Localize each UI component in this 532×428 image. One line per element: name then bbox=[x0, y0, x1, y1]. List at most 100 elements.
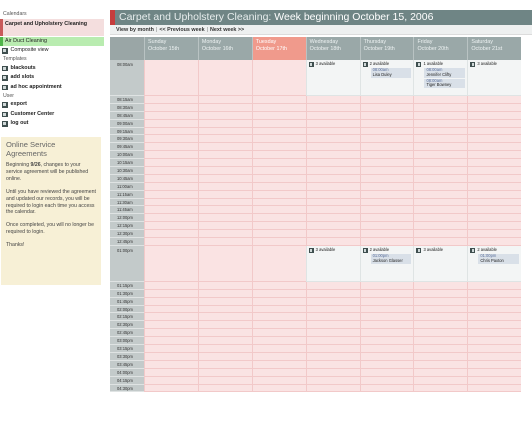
blocked-slot-cell bbox=[413, 206, 468, 215]
blocked-slot-cell bbox=[251, 230, 306, 239]
sidebar-item-air-duct[interactable]: Air Duct Cleaning bbox=[0, 37, 104, 46]
time-row: 01:30pm bbox=[110, 289, 532, 298]
blocked-slot-cell bbox=[144, 345, 198, 353]
day-header-sunday[interactable]: Sunday October 15th bbox=[144, 37, 198, 60]
booking-entry[interactable]: 08:00am Tiger Bowney bbox=[424, 78, 466, 89]
booking-customer: Chris Paxton bbox=[480, 257, 504, 263]
blocked-slot-cell bbox=[305, 143, 360, 152]
time-label: 08:00am bbox=[110, 60, 144, 96]
available-slot-cell[interactable]: 3 available bbox=[413, 245, 468, 282]
notice-paragraph: Once completed, you will no longer be re… bbox=[6, 222, 94, 236]
time-label: 01:30pm bbox=[110, 289, 144, 298]
booking-entry[interactable]: 08:00am Lisa Duley bbox=[370, 67, 412, 78]
blocked-slot-cell bbox=[251, 297, 306, 306]
blocked-slot-cell bbox=[413, 143, 468, 152]
blocked-slot-cell bbox=[413, 190, 468, 199]
sidebar-item-carpet-upholstery[interactable]: Carpet and Upholstery Cleaning bbox=[0, 19, 104, 36]
blocked-slot-cell bbox=[144, 222, 198, 231]
availability-label: 3 available bbox=[308, 61, 358, 67]
day-date: October 19th bbox=[363, 45, 395, 52]
time-label: 09:45am bbox=[110, 143, 144, 152]
blocked-slot-cell bbox=[251, 159, 306, 168]
blocked-slot-cell bbox=[359, 352, 414, 361]
blocked-slot-cell bbox=[359, 360, 414, 369]
book-slot-icon[interactable] bbox=[308, 247, 314, 253]
sidebar-item-customer-center[interactable]: Customer Center bbox=[0, 110, 104, 119]
booking-entry[interactable]: 01:00pm Jackson Glasser bbox=[370, 253, 412, 264]
available-slot-cell[interactable]: 3 available bbox=[305, 60, 360, 96]
time-row: 04:15pm bbox=[110, 376, 532, 385]
sidebar-item-export[interactable]: export bbox=[0, 101, 104, 110]
booking-entry[interactable]: 01:00pm Chris Paxton bbox=[478, 253, 520, 264]
time-row: 12:45pm bbox=[110, 238, 532, 246]
blocked-slot-cell bbox=[305, 222, 360, 231]
blocked-slot-cell bbox=[467, 182, 522, 191]
day-header-monday[interactable]: Monday October 16th bbox=[197, 37, 252, 60]
book-slot-icon[interactable] bbox=[416, 62, 422, 67]
calendar-icon bbox=[2, 48, 8, 54]
sidebar-item-blackouts[interactable]: blackouts bbox=[0, 64, 104, 73]
blocked-slot-cell bbox=[467, 360, 522, 369]
blocked-slot-cell bbox=[144, 190, 198, 199]
book-slot-icon[interactable] bbox=[416, 247, 422, 253]
blocked-slot-cell bbox=[359, 119, 414, 128]
sidebar-item-label: ad hoc appointment bbox=[10, 83, 62, 90]
time-row: 08:15am bbox=[110, 96, 532, 104]
blocked-slot-cell bbox=[251, 289, 306, 298]
available-slot-cell[interactable]: 3 available bbox=[305, 245, 360, 282]
available-slot-cell[interactable]: 3 available bbox=[467, 60, 522, 96]
booking-customer: Tiger Bowney bbox=[426, 82, 452, 88]
blocked-slot-cell bbox=[467, 214, 522, 223]
blocked-slot-cell bbox=[305, 384, 360, 393]
book-slot-icon[interactable] bbox=[470, 62, 476, 67]
blocked-slot-cell bbox=[413, 313, 468, 322]
time-label: 09:30am bbox=[110, 135, 144, 144]
time-row: 09:00am bbox=[110, 119, 532, 128]
booking-entry[interactable]: 08:00am Jennifer Clifty bbox=[424, 67, 466, 78]
time-row: 12:00pm bbox=[110, 214, 532, 223]
blocked-slot-cell bbox=[197, 321, 252, 330]
time-row: 08:00am 3 available 2 available 08:00am Lisa… bbox=[110, 60, 532, 96]
day-header-tuesday[interactable]: Tuesday October 17th bbox=[251, 37, 306, 60]
blocked-slot-cell bbox=[359, 313, 414, 322]
available-slot-cell[interactable]: 1 available 08:00am Jennifer Clifty 08:00am… bbox=[413, 60, 468, 96]
sidebar-item-label: Composite view bbox=[10, 47, 49, 54]
view-by-month-link[interactable]: View by month bbox=[116, 27, 154, 33]
blocked-slot-cell bbox=[359, 281, 414, 290]
blocked-slot-cell bbox=[359, 321, 414, 330]
book-slot-icon[interactable] bbox=[362, 247, 368, 253]
blocked-slot-cell bbox=[359, 159, 414, 168]
sidebar-item-add-slots[interactable]: add slots bbox=[0, 74, 104, 83]
book-slot-icon[interactable] bbox=[308, 62, 314, 67]
book-slot-icon[interactable] bbox=[470, 247, 476, 253]
blocked-slot-cell bbox=[305, 127, 360, 136]
day-header-wednesday[interactable]: Wednesday October 18th bbox=[305, 37, 360, 60]
time-label: 09:15am bbox=[110, 127, 144, 136]
blocked-slot-cell bbox=[413, 167, 468, 175]
available-slot-cell[interactable]: 2 available 01:00pm Chris Paxton bbox=[467, 245, 522, 282]
blocked-slot-cell bbox=[413, 352, 468, 361]
available-slot-cell[interactable]: 2 available 08:00am Lisa Duley bbox=[359, 60, 414, 96]
blocked-slot-cell bbox=[305, 206, 360, 215]
next-week-link[interactable]: Next week >> bbox=[210, 27, 244, 33]
available-count: 3 available bbox=[315, 247, 336, 253]
available-slot-cell[interactable]: 2 available 01:00pm Jackson Glasser bbox=[359, 245, 414, 282]
blocked-slot-cell bbox=[251, 198, 306, 207]
book-slot-icon[interactable] bbox=[362, 62, 368, 67]
sidebar-item-composite-view[interactable]: Composite view bbox=[0, 47, 104, 56]
blocked-slot-cell bbox=[251, 281, 306, 290]
blocked-slot-cell bbox=[197, 305, 252, 314]
day-date: October 20th bbox=[417, 45, 449, 52]
time-label: 09:00am bbox=[110, 119, 144, 128]
blocked-slot-cell bbox=[359, 345, 414, 353]
sidebar-item-ad-hoc-appointment[interactable]: ad hoc appointment bbox=[0, 83, 104, 92]
day-header-friday[interactable]: Friday October 20th bbox=[413, 37, 468, 60]
blocked-slot-cell bbox=[251, 329, 306, 338]
day-header-saturday[interactable]: Saturday October 21st bbox=[467, 37, 522, 60]
day-header-thursday[interactable]: Thursday October 19th bbox=[359, 37, 414, 60]
available-count: 3 available bbox=[315, 61, 336, 67]
blocked-slot-cell bbox=[305, 182, 360, 191]
sidebar-item-log-out[interactable]: log out bbox=[0, 120, 104, 129]
previous-week-link[interactable]: << Previous week bbox=[159, 27, 204, 33]
blocked-slot-cell bbox=[413, 182, 468, 191]
